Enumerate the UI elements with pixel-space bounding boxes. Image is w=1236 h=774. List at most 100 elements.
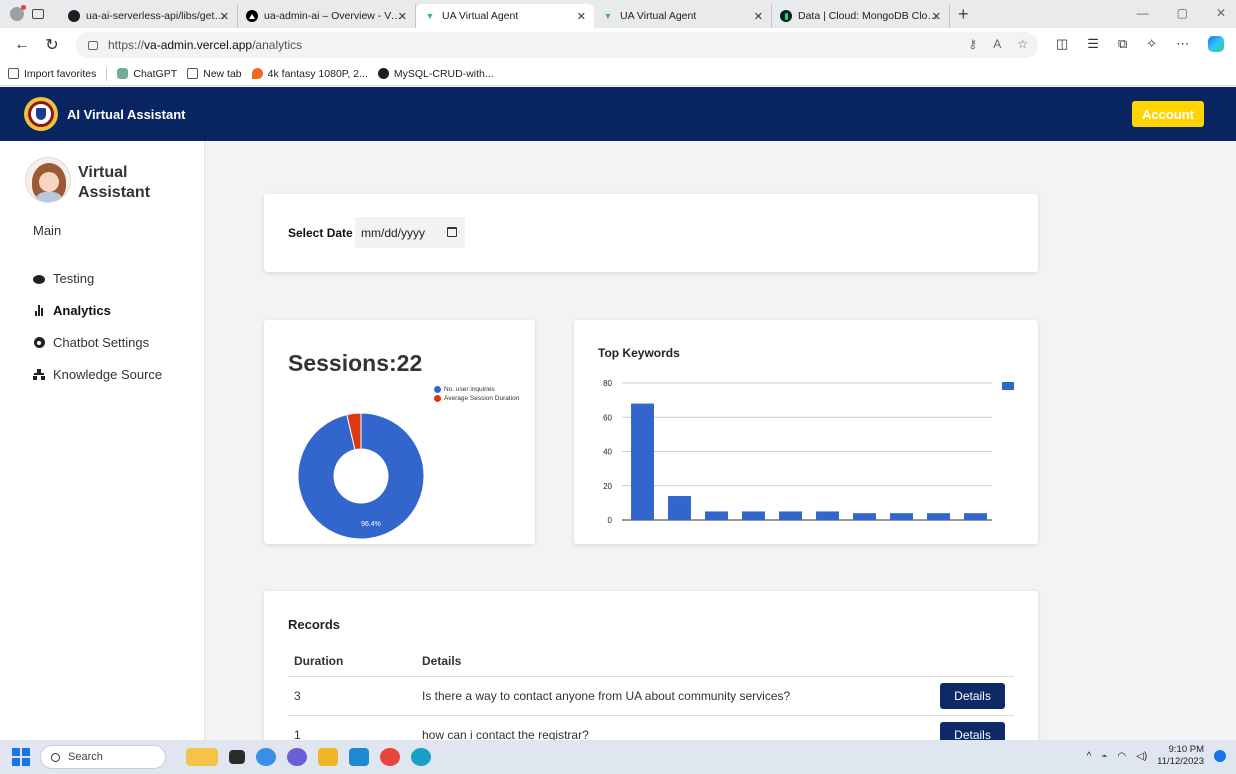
teams-icon[interactable]	[256, 748, 276, 766]
avatar	[25, 157, 71, 203]
sidebar-item-knowledge-source[interactable]: Knowledge Source	[33, 358, 162, 390]
legend-swatch	[1002, 382, 1014, 390]
sidebar-title: Virtual Assistant	[78, 164, 151, 201]
chevron-up-icon[interactable]: ^	[1087, 751, 1092, 762]
close-icon[interactable]: ✕	[754, 10, 763, 23]
bar	[779, 511, 802, 520]
copilot-icon[interactable]	[1208, 36, 1225, 52]
gear-icon	[33, 336, 45, 348]
favorite-chatgpt[interactable]: ChatGPT	[117, 68, 177, 80]
favorite-import[interactable]: Import favorites	[8, 68, 96, 80]
read-aloud-icon[interactable]: A	[993, 37, 1001, 51]
new-tab-page-icon	[187, 68, 199, 79]
sidebar-item-analytics[interactable]: Analytics	[33, 294, 162, 326]
minimize-icon[interactable]: —	[1137, 6, 1149, 20]
browser-tab[interactable]: ua-ai-serverless-api/libs/getLibs ✕	[60, 4, 238, 28]
vue-icon: ▼	[425, 11, 435, 21]
network-off-icon[interactable]: ⌁	[1101, 751, 1107, 762]
legend-item: Average Session Duration	[434, 395, 519, 402]
edge-icon[interactable]	[411, 748, 431, 766]
date-placeholder: mm/dd/yyyy	[361, 225, 426, 240]
file-explorer-icon[interactable]	[318, 748, 338, 766]
wifi-icon[interactable]: ◠	[1117, 751, 1126, 762]
extensions-icon[interactable]: ✧	[1146, 36, 1157, 52]
divider	[106, 66, 108, 81]
close-window-icon[interactable]: ✕	[1216, 6, 1226, 20]
sidebar: Virtual Assistant Main Testing Analytics…	[0, 141, 205, 740]
restore-icon[interactable]: ▢	[1177, 6, 1188, 20]
bar	[631, 403, 654, 520]
sidebar-item-testing[interactable]: Testing	[33, 262, 162, 294]
clock[interactable]: 9:10 PM 11/12/2023	[1157, 744, 1204, 768]
window-controls: — ▢ ✕	[1137, 6, 1226, 20]
bar	[927, 513, 950, 520]
task-view-icon[interactable]	[229, 750, 245, 764]
key-icon[interactable]: ⚷	[968, 37, 977, 51]
tab-title: ua-admin-ai – Overview - Vercel	[264, 10, 404, 22]
sidebar-item-chatbot-settings[interactable]: Chatbot Settings	[33, 326, 162, 358]
tab-actions-icon[interactable]	[32, 9, 44, 19]
duration-cell: 3	[288, 676, 416, 716]
browser-toolbar-icons: ◫ ☰ ⧉ ✧ ⋯	[1056, 36, 1225, 52]
taskbar-search[interactable]: Search	[40, 745, 166, 769]
notification-icon[interactable]	[1214, 750, 1226, 762]
records-card: Records Duration Details 3 Is there a wa…	[264, 591, 1038, 755]
browser-tab-bar: ua-ai-serverless-api/libs/getLibs ✕ ua-a…	[0, 0, 1236, 28]
calendar-icon[interactable]	[447, 227, 457, 237]
search-icon	[51, 752, 60, 762]
favorite-mysql[interactable]: MySQL-CRUD-with...	[377, 68, 494, 80]
legend-item: No. user inquiries	[434, 386, 519, 393]
volume-icon[interactable]: ◁)	[1136, 751, 1147, 762]
new-tab-icon[interactable]: +	[958, 4, 969, 25]
browser-tab[interactable]: ua-admin-ai – Overview - Vercel ✕	[238, 4, 416, 28]
favorites-bar: Import favorites ChatGPT New tab 4k fant…	[0, 62, 1236, 86]
records-title: Records	[288, 617, 341, 632]
profile-icon[interactable]	[10, 5, 26, 21]
tab-title: ua-ai-serverless-api/libs/getLibs	[86, 10, 226, 22]
vue-icon: ▼	[603, 11, 613, 21]
vscode-icon[interactable]	[349, 748, 369, 766]
favorite-new-tab[interactable]: New tab	[187, 68, 242, 80]
close-icon[interactable]: ✕	[932, 10, 941, 23]
favorites-icon[interactable]: ☰	[1087, 36, 1099, 52]
sidebar-item-label: Testing	[53, 270, 95, 286]
details-button[interactable]: Details	[940, 682, 1005, 709]
sessions-card: Sessions:22 96.4% No. user inquiries Ave…	[264, 320, 535, 544]
back-icon[interactable]: ←	[14, 36, 30, 54]
date-input[interactable]: mm/dd/yyyy	[355, 217, 465, 248]
browser-tab[interactable]: ▼ UA Virtual Agent ✕	[594, 4, 772, 28]
y-tick-label: 60	[603, 413, 612, 422]
favorite-fantasy[interactable]: 4k fantasy 1080P, 2...	[251, 68, 368, 80]
close-icon[interactable]: ✕	[220, 10, 229, 23]
table-row: 3 Is there a way to contact anyone from …	[288, 676, 1014, 716]
url-scheme: https://	[108, 38, 145, 52]
split-screen-icon[interactable]: ◫	[1056, 36, 1068, 52]
collections-icon[interactable]: ⧉	[1118, 36, 1127, 52]
y-tick-label: 0	[608, 516, 613, 525]
chat-icon[interactable]	[287, 748, 307, 766]
chrome-icon[interactable]	[380, 748, 400, 766]
close-icon[interactable]: ✕	[398, 10, 407, 23]
account-button[interactable]: Account	[1132, 101, 1204, 127]
more-icon[interactable]: ⋯	[1176, 36, 1189, 52]
tab-title: UA Virtual Agent	[620, 10, 697, 22]
y-tick-label: 80	[603, 379, 612, 388]
y-tick-label: 40	[603, 448, 612, 457]
refresh-icon[interactable]: ↻	[44, 35, 60, 55]
sitemap-icon	[33, 368, 45, 380]
tab-title: UA Virtual Agent	[442, 10, 519, 22]
weather-widget-icon[interactable]	[186, 748, 218, 766]
column-header: Duration	[288, 646, 416, 677]
url-field[interactable]: https://va-admin.vercel.app/analytics ⚷ …	[76, 32, 1038, 58]
app-title: AI Virtual Assistant	[67, 106, 186, 122]
browser-tab-active[interactable]: ▼ UA Virtual Agent ✕	[416, 4, 594, 28]
sidebar-item-label: Analytics	[53, 302, 111, 318]
university-logo	[24, 97, 58, 131]
windows-start-icon[interactable]	[12, 748, 30, 766]
browser-tab[interactable]: Data | Cloud: MongoDB Cloud ✕	[772, 4, 950, 28]
chat-bubble-icon	[33, 272, 45, 284]
bar	[890, 513, 913, 520]
bar-chart-icon	[33, 304, 45, 316]
favorite-star-icon[interactable]: ☆	[1017, 37, 1028, 51]
close-icon[interactable]: ✕	[577, 10, 586, 23]
